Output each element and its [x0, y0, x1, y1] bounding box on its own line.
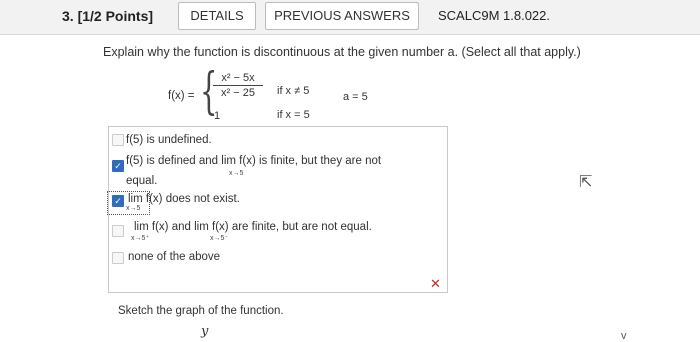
pointer-cursor-icon: ⇱	[579, 174, 593, 191]
option-1-label: f(5) is undefined.	[126, 134, 212, 146]
question-number: 3. [1/2 Points]	[62, 8, 154, 24]
answer-box	[108, 126, 448, 293]
option-3-sub: x→5	[126, 205, 141, 212]
option-3-label: lim f(x) does not exist.	[128, 193, 240, 205]
option-4-mid2: f(x) are finite, but are not equal.	[212, 221, 372, 233]
option-4-lim2: lim	[194, 221, 209, 233]
case2-condition: if x = 5	[277, 109, 310, 121]
question-header: 3. [1/2 Points] DETAILS PREVIOUS ANSWERS…	[0, 0, 700, 35]
case2-value: 1	[214, 110, 221, 122]
numerator: x² − 5x	[213, 72, 263, 86]
denominator: x² − 25	[221, 87, 255, 99]
option-3-lim: lim	[128, 193, 143, 205]
option-2-text2: equal.	[126, 175, 158, 187]
option-3-text: f(x) does not exist.	[145, 193, 240, 205]
option-5-checkbox[interactable]	[112, 252, 124, 264]
option-4-sub2: x→5⁻	[210, 235, 229, 242]
x-icon: ✕	[430, 276, 441, 291]
option-4-lim1: lim	[134, 221, 149, 233]
option-2-mid: f(x) is finite, but they are not	[239, 155, 382, 167]
question-code: SCALC9M 1.8.022.	[438, 8, 551, 23]
details-button[interactable]: DETAILS	[178, 2, 256, 30]
option-1-checkbox[interactable]	[112, 134, 124, 146]
fraction: x² − 5x x² − 25	[213, 72, 263, 99]
option-5-label: none of the above	[128, 251, 221, 263]
option-4-sub1: x→5⁺	[131, 235, 150, 242]
option-2-sub: x→5	[229, 170, 244, 177]
corner-mark: v	[621, 330, 627, 342]
question-prompt: Explain why the function is discontinuou…	[103, 45, 581, 59]
option-4-checkbox[interactable]	[112, 225, 124, 237]
option-4-label: lim f(x) and lim f(x) are finite, but ar…	[134, 221, 372, 233]
option-2-text1: f(5) is defined and	[126, 155, 219, 167]
option-3-checkbox[interactable]: ✓	[112, 195, 124, 207]
option-2-label: f(5) is defined and lim f(x) is finite, …	[126, 155, 381, 167]
y-axis-label: y	[201, 324, 209, 339]
sketch-prompt: Sketch the graph of the function.	[118, 305, 284, 317]
function-label: f(x) =	[168, 90, 195, 102]
a-value: a = 5	[343, 91, 368, 103]
option-4-mid1: f(x) and	[151, 221, 191, 233]
option-2-lim: lim	[221, 155, 236, 167]
option-2-checkbox[interactable]: ✓	[112, 160, 124, 172]
case1-condition: if x ≠ 5	[277, 85, 310, 97]
previous-answers-button[interactable]: PREVIOUS ANSWERS	[265, 2, 419, 30]
